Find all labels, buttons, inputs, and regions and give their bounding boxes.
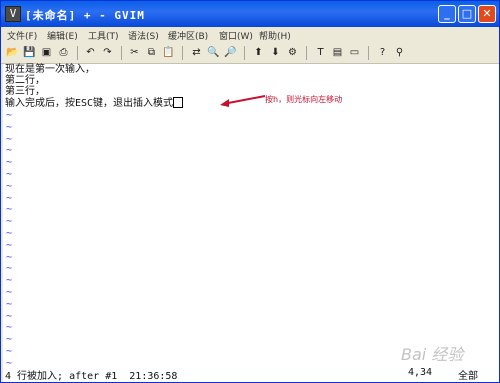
tilde-marker: ~: [6, 322, 13, 334]
open-icon[interactable]: 📂: [5, 45, 20, 60]
editor-line: 输入完成后，按ESC键，退出插入模式: [5, 97, 184, 109]
editor-line: 第三行，: [5, 86, 45, 97]
menu-file[interactable]: 文件(F): [7, 29, 37, 42]
close-button[interactable]: ✕: [478, 5, 496, 23]
toolbar: 📂 💾 ▣ ⎙ ↶ ↷ ✂ ⧉ 📋 ⇄ 🔍 🔎 ⬆ ⬇ ⚙ T ▤ ▭ ? ⚲: [1, 43, 499, 64]
menu-syntax[interactable]: 语法(S): [128, 29, 159, 42]
tilde-marker: ~: [6, 287, 13, 298]
tilde-marker: ~: [6, 263, 13, 275]
paste-icon[interactable]: 📋: [161, 45, 176, 60]
save-icon[interactable]: 💾: [22, 45, 37, 60]
tilde-marker: ~: [6, 121, 13, 133]
editor-line-text: 输入完成后，按ESC键，退出插入模式: [5, 98, 174, 109]
menu-window[interactable]: 窗口(W): [219, 29, 253, 42]
cursor-position: 4,34: [408, 367, 433, 378]
tilde-marker: ~: [6, 133, 13, 145]
text-cursor: [173, 97, 184, 108]
vim-icon[interactable]: V: [5, 6, 21, 22]
toolbar-separator: [306, 46, 307, 60]
annotation-arrow: [220, 95, 266, 107]
tilde-marker: ~: [6, 251, 13, 263]
scroll-percent: 全部: [458, 371, 478, 382]
tilde-marker: ~: [6, 169, 13, 180]
toolbar-separator: [182, 46, 183, 60]
tilde-marker: ~: [6, 298, 13, 310]
print-icon[interactable]: ⎙: [56, 45, 71, 60]
replace-icon[interactable]: ⇄: [189, 45, 204, 60]
tilde-marker: ~: [6, 334, 13, 346]
annotation-text: 按h，则光标向左移动: [265, 95, 343, 104]
cut-icon[interactable]: ✂: [127, 45, 142, 60]
editor-line: 第二行，: [5, 75, 45, 86]
save-session-icon[interactable]: ⬇: [268, 45, 283, 60]
load-session-icon[interactable]: ⬆: [251, 45, 266, 60]
save-all-icon[interactable]: ▣: [39, 45, 54, 60]
text-editor[interactable]: 现在是第一次输入， 第二行， 第三行， 输入完成后，按ESC键，退出插入模式 ~…: [3, 64, 499, 369]
status-bar: 4 行被加入; after #1 21:36:58 4,34 全部: [3, 364, 499, 382]
tags-icon[interactable]: ▭: [347, 45, 362, 60]
tilde-marker: ~: [6, 216, 13, 228]
run-script-icon[interactable]: ⚙: [285, 45, 300, 60]
editor-line: 现在是第一次输入，: [5, 64, 95, 75]
menu-edit[interactable]: 编辑(E): [47, 29, 78, 42]
toolbar-separator: [77, 46, 78, 60]
maximize-button[interactable]: □: [458, 5, 476, 23]
tilde-marker: ~: [6, 157, 13, 169]
tilde-marker: ~: [6, 310, 13, 322]
tilde-marker: ~: [6, 110, 13, 121]
help-icon[interactable]: ?: [375, 45, 390, 60]
toolbar-separator: [368, 46, 369, 60]
menu-buffers[interactable]: 缓冲区(B): [168, 29, 208, 42]
status-message: 4 行被加入; after #1 21:36:58: [5, 371, 178, 382]
tilde-marker: ~: [6, 192, 13, 204]
menu-tools[interactable]: 工具(T): [88, 29, 119, 42]
watermark: Bai 经验: [401, 345, 464, 364]
find-help-icon[interactable]: ⚲: [392, 45, 407, 60]
tilde-marker: ~: [6, 275, 13, 287]
tilde-marker: ~: [6, 239, 13, 251]
menu-bar: 文件(F) 编辑(E) 工具(T) 语法(S) 缓冲区(B) 窗口(W) 帮助(…: [1, 27, 499, 43]
menu-help[interactable]: 帮助(H): [259, 29, 291, 42]
tilde-marker: ~: [6, 145, 13, 157]
toolbar-separator: [121, 46, 122, 60]
gvim-window: V [未命名] + - GVIM _ □ ✕ 文件(F) 编辑(E) 工具(T)…: [0, 0, 500, 383]
minimize-button[interactable]: _: [438, 5, 456, 23]
tilde-marker: ~: [6, 228, 13, 239]
find-next-icon[interactable]: 🔍: [206, 45, 221, 60]
redo-icon[interactable]: ↷: [100, 45, 115, 60]
tilde-marker: ~: [6, 180, 13, 192]
tilde-marker: ~: [6, 204, 13, 216]
make-icon[interactable]: T: [313, 45, 328, 60]
window-title: [未命名] + - GVIM: [25, 9, 145, 22]
undo-icon[interactable]: ↶: [83, 45, 98, 60]
find-prev-icon[interactable]: 🔎: [223, 45, 238, 60]
toolbar-separator: [244, 46, 245, 60]
shell-icon[interactable]: ▤: [330, 45, 345, 60]
title-bar[interactable]: V [未命名] + - GVIM _ □ ✕: [1, 1, 499, 27]
copy-icon[interactable]: ⧉: [144, 45, 159, 60]
tilde-marker: ~: [6, 346, 13, 357]
